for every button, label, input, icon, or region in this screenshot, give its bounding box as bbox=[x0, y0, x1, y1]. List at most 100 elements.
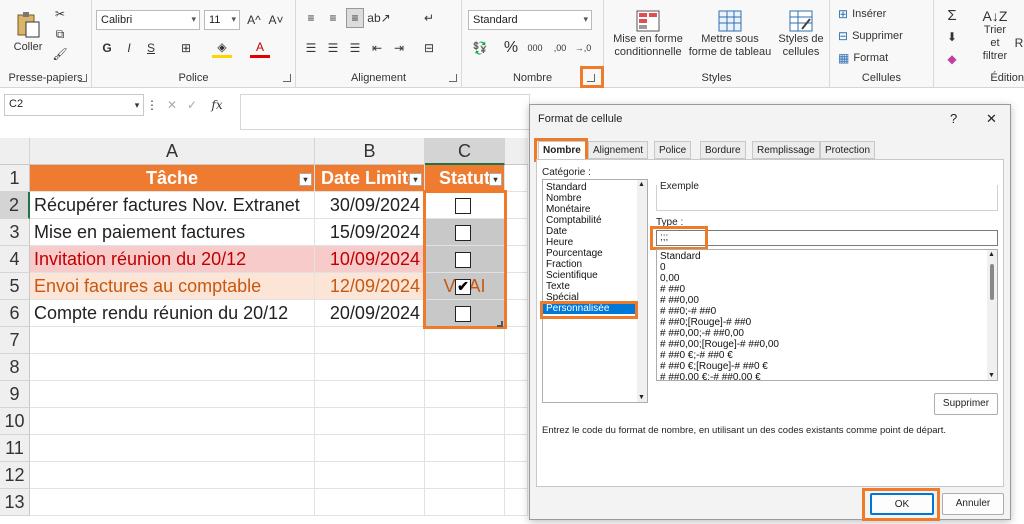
align-right-icon[interactable]: ☰ bbox=[346, 38, 364, 58]
tab-remplissage[interactable]: Remplissage bbox=[752, 141, 820, 159]
scroll-thumb[interactable] bbox=[990, 264, 994, 300]
empty-cell[interactable] bbox=[315, 381, 425, 408]
row-header[interactable]: 13 bbox=[0, 489, 30, 516]
empty-cell[interactable] bbox=[505, 381, 528, 408]
cut-icon[interactable]: ✂ bbox=[52, 6, 68, 22]
format-code-item[interactable]: # ##0,00 €;-# ##0,00 € bbox=[657, 372, 985, 380]
help-button[interactable]: ? bbox=[950, 111, 957, 126]
category-item[interactable]: Nombre bbox=[543, 193, 637, 204]
category-item[interactable]: Pourcentage bbox=[543, 248, 637, 259]
font-color-button[interactable]: A bbox=[250, 38, 270, 58]
paste-button[interactable]: Coller bbox=[6, 4, 50, 60]
format-code-item[interactable]: # ##0,00;-# ##0,00 bbox=[657, 328, 985, 339]
category-item[interactable]: Fraction bbox=[543, 259, 637, 270]
tab-bordure[interactable]: Bordure bbox=[700, 141, 746, 159]
task-cell[interactable]: Invitation réunion du 20/12 bbox=[30, 246, 315, 273]
align-bottom-icon[interactable]: ≡ bbox=[346, 8, 364, 28]
empty-cell[interactable] bbox=[505, 246, 528, 273]
underline-button[interactable]: S bbox=[142, 38, 160, 58]
row-header[interactable]: 11 bbox=[0, 435, 30, 462]
clear-icon[interactable]: ◆ bbox=[942, 50, 962, 68]
percent-button[interactable]: % bbox=[502, 38, 520, 58]
task-cell[interactable]: Envoi factures au comptable bbox=[30, 273, 315, 300]
copy-icon[interactable]: ⧉ bbox=[52, 26, 68, 42]
empty-cell[interactable] bbox=[30, 354, 315, 381]
scroll-up-icon[interactable]: ▲ bbox=[988, 251, 995, 258]
empty-cell[interactable] bbox=[30, 462, 315, 489]
empty-cell[interactable] bbox=[505, 435, 528, 462]
thousands-button[interactable]: 000 bbox=[524, 38, 546, 58]
grow-font-button[interactable]: A^ bbox=[244, 10, 264, 30]
format-code-list[interactable]: Standard 0 0,00 # ##0 # ##0,00 # ##0;-# ##0 # … bbox=[656, 249, 998, 381]
empty-cell[interactable] bbox=[30, 327, 315, 354]
category-item[interactable]: Comptabilité bbox=[543, 215, 637, 226]
category-list[interactable]: Standard Nombre Monétaire Comptabilité Date H… bbox=[542, 179, 648, 403]
format-code-item[interactable]: # ##0;-# ##0 bbox=[657, 306, 985, 317]
row-header[interactable]: 9 bbox=[0, 381, 30, 408]
format-scrollbar[interactable]: ▲ ▼ bbox=[987, 250, 997, 380]
empty-cell[interactable] bbox=[30, 381, 315, 408]
alignment-launcher-icon[interactable] bbox=[449, 74, 457, 82]
cell-styles-button[interactable]: Styles de cellules bbox=[774, 4, 828, 64]
column-header-b[interactable]: B bbox=[315, 138, 425, 165]
close-icon[interactable]: ✕ bbox=[986, 111, 997, 127]
empty-cell[interactable] bbox=[30, 408, 315, 435]
format-code-item[interactable]: # ##0 €;-# ##0 € bbox=[657, 350, 985, 361]
name-box[interactable]: C2 bbox=[4, 94, 144, 116]
align-top-icon[interactable]: ≡ bbox=[302, 8, 320, 28]
category-item[interactable]: Scientifique bbox=[543, 270, 637, 281]
merge-icon[interactable]: ⊟ bbox=[420, 38, 438, 58]
format-code-item[interactable]: Standard bbox=[657, 251, 985, 262]
empty-cell[interactable] bbox=[505, 300, 528, 327]
cancel-entry-icon[interactable]: ✕ bbox=[164, 96, 180, 114]
font-launcher-icon[interactable] bbox=[283, 74, 291, 82]
empty-cell[interactable] bbox=[315, 435, 425, 462]
empty-cell[interactable] bbox=[425, 489, 505, 516]
task-cell[interactable]: Compte rendu réunion du 20/12 bbox=[30, 300, 315, 327]
empty-cell[interactable] bbox=[425, 327, 505, 354]
orientation-icon[interactable]: ab↗ bbox=[367, 8, 390, 28]
empty-cell[interactable] bbox=[30, 489, 315, 516]
bold-button[interactable]: G bbox=[98, 38, 116, 58]
format-painter-icon[interactable]: 🖌 bbox=[52, 46, 68, 62]
header-cell-status[interactable]: Statut ▾ bbox=[425, 165, 505, 192]
task-cell[interactable]: Mise en paiement factures bbox=[30, 219, 315, 246]
confirm-entry-icon[interactable]: ✓ bbox=[184, 96, 200, 114]
row-header[interactable]: 10 bbox=[0, 408, 30, 435]
row-header[interactable]: 7 bbox=[0, 327, 30, 354]
column-header-a[interactable]: A bbox=[30, 138, 315, 165]
category-item[interactable]: Heure bbox=[543, 237, 637, 248]
autosum-button[interactable]: Σ bbox=[942, 6, 962, 24]
empty-cell[interactable] bbox=[505, 165, 528, 192]
date-cell[interactable]: 15/09/2024 bbox=[315, 219, 425, 246]
decrease-indent-icon[interactable]: ⇤ bbox=[368, 38, 386, 58]
empty-cell[interactable] bbox=[505, 273, 528, 300]
format-code-item[interactable]: 0 bbox=[657, 262, 985, 273]
format-code-item[interactable]: # ##0;[Rouge]-# ##0 bbox=[657, 317, 985, 328]
empty-cell[interactable] bbox=[505, 462, 528, 489]
empty-cell[interactable] bbox=[315, 408, 425, 435]
empty-cell[interactable] bbox=[505, 408, 528, 435]
date-cell[interactable]: 30/09/2024 bbox=[315, 192, 425, 219]
format-code-item[interactable]: # ##0,00;[Rouge]-# ##0,00 bbox=[657, 339, 985, 350]
empty-cell[interactable] bbox=[425, 462, 505, 489]
format-as-table-button[interactable]: Mettre sous forme de tableau bbox=[688, 4, 772, 64]
filter-dropdown-icon[interactable]: ▾ bbox=[409, 173, 422, 186]
category-item[interactable]: Standard bbox=[543, 182, 637, 193]
category-item[interactable]: Date bbox=[543, 226, 637, 237]
tab-protection[interactable]: Protection bbox=[820, 141, 876, 159]
row-header[interactable]: 12 bbox=[0, 462, 30, 489]
row-header[interactable]: 5 bbox=[0, 273, 30, 300]
filter-dropdown-icon[interactable]: ▾ bbox=[489, 173, 502, 186]
empty-cell[interactable] bbox=[505, 327, 528, 354]
delete-button[interactable]: ⊟ Supprimer bbox=[838, 28, 928, 44]
empty-cell[interactable] bbox=[30, 435, 315, 462]
select-all-corner[interactable] bbox=[0, 138, 30, 165]
number-format-combo[interactable]: Standard ▾ bbox=[468, 10, 592, 30]
category-scrollbar[interactable]: ▲ ▼ bbox=[637, 180, 647, 402]
task-cell[interactable]: Récupérer factures Nov. Extranet bbox=[30, 192, 315, 219]
empty-cell[interactable] bbox=[505, 219, 528, 246]
empty-cell[interactable] bbox=[315, 489, 425, 516]
cancel-button[interactable]: Annuler bbox=[942, 493, 1004, 515]
conditional-format-button[interactable]: Mise en forme conditionnelle bbox=[610, 4, 686, 64]
